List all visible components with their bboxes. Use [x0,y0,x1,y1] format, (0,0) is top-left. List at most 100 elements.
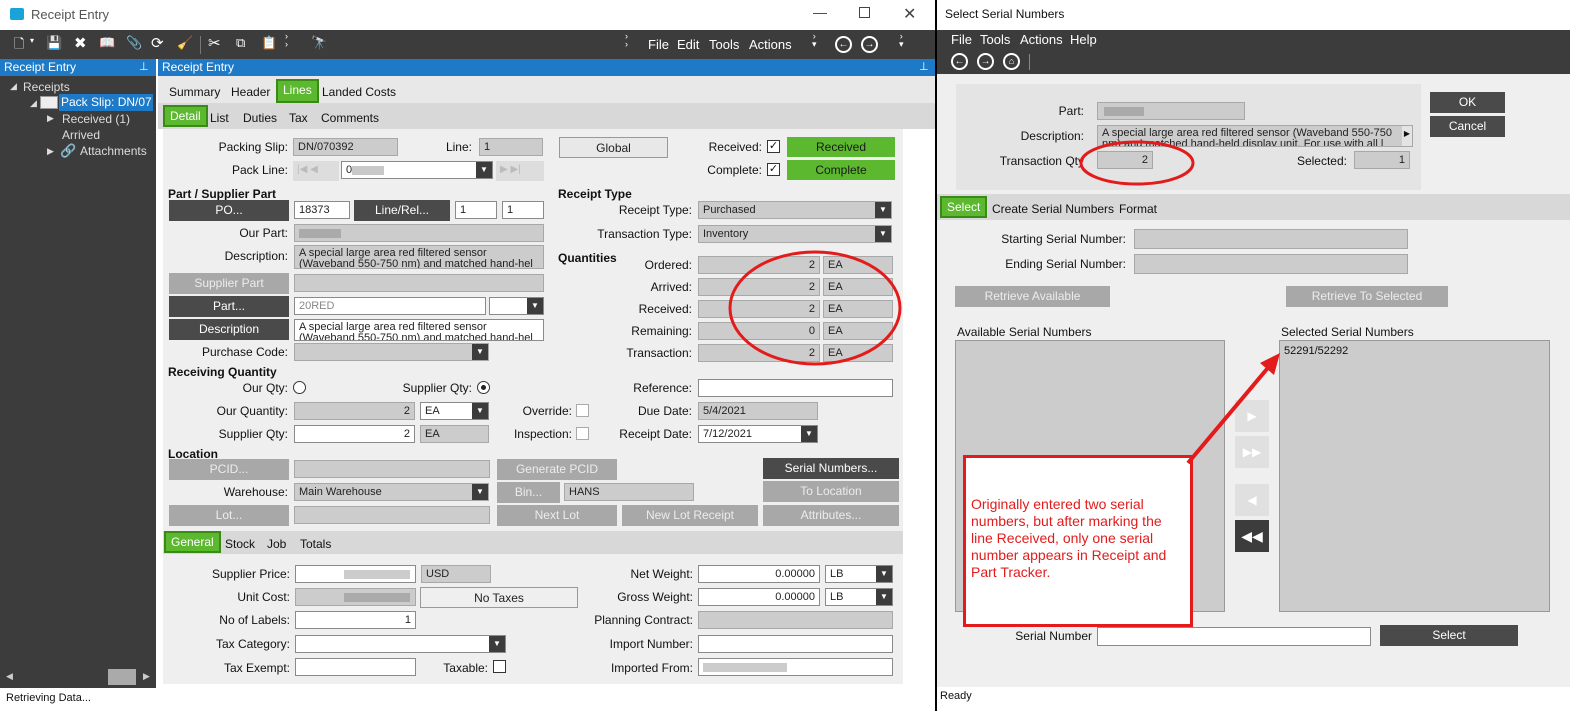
scroll-right-icon[interactable]: ▶ [1402,126,1412,146]
tab-create-serial-numbers[interactable]: Create Serial Numbers [987,198,1119,220]
expand-icon[interactable]: ▶ [47,146,54,157]
po-rel-field[interactable]: 1 [502,201,544,219]
forward-icon[interactable]: → [861,36,878,53]
tax-exempt-field[interactable] [295,658,416,676]
description2-field[interactable]: A special large area red filtered sensor… [294,319,544,341]
attributes-button[interactable]: Attributes... [763,505,899,526]
reference-field[interactable] [698,379,893,397]
menu-file[interactable]: File [951,32,972,47]
received-button[interactable]: Received [787,137,895,157]
collapse-icon[interactable]: ◢ [30,98,37,109]
pack-line-nav-next[interactable]: ▶ ▶| [496,161,544,181]
ok-button[interactable]: OK [1430,92,1505,113]
retrieve-available-button[interactable]: Retrieve Available [955,286,1110,307]
tab-totals[interactable]: Totals [295,533,336,555]
serial-numbers-button[interactable]: Serial Numbers... [763,458,899,479]
move-all-left-button[interactable]: ◀◀ [1235,520,1269,552]
chevron-down-icon[interactable]: ▼ [472,484,488,500]
supplier-part-button[interactable]: Supplier Part [169,273,289,294]
supplier-qty-field[interactable]: 2 [294,425,415,443]
part-button[interactable]: Part... [169,296,289,317]
menu-help[interactable]: Help [1070,32,1097,47]
copy-icon[interactable]: ⧉ [236,35,245,51]
tree-item-arrived[interactable]: Arrived [62,128,100,142]
serial-number-field[interactable] [1097,627,1371,646]
description-field[interactable]: A special large area red filtered sensor… [294,245,544,269]
currency-field[interactable]: USD [421,565,491,583]
menu-edit[interactable]: Edit [677,37,699,52]
chevron-down-icon[interactable]: ▼ [876,589,892,605]
supplier-price-field[interactable] [295,565,416,583]
inspection-checkbox[interactable] [576,427,589,440]
description-button[interactable]: Description [169,319,289,340]
tab-select[interactable]: Select [940,196,988,218]
planning-contract-field[interactable] [698,611,893,629]
net-weight-uom-dropdown[interactable]: LB ▼ [825,565,893,583]
warehouse-dropdown[interactable]: Main Warehouse ▼ [294,483,489,501]
no-of-labels-field[interactable]: 1 [295,611,416,629]
chevron-down-icon[interactable]: ▼ [527,298,543,314]
tab-duties[interactable]: Duties [238,107,282,129]
part-field[interactable]: 20RED [294,297,486,315]
move-left-button[interactable]: ◀ [1235,484,1269,516]
tab-format[interactable]: Format [1114,198,1162,220]
chevron-down-icon[interactable]: ▼ [875,226,891,242]
home-icon[interactable]: ⌂ [1003,53,1020,70]
chevron-down-icon[interactable]: ▼ [489,636,505,652]
chevron-down-icon[interactable]: ▼ [875,202,891,218]
purchase-code-dropdown[interactable]: ▼ [294,343,489,361]
transaction-type-dropdown[interactable]: Inventory ▼ [698,225,892,243]
our-part-field[interactable] [294,224,544,242]
tab-stock[interactable]: Stock [220,533,260,555]
line-field[interactable]: 1 [479,138,543,156]
book-icon[interactable]: 📖 [99,35,115,51]
back-icon[interactable]: ← [835,36,852,53]
back-icon[interactable]: ← [951,53,968,70]
tab-detail[interactable]: Detail [163,105,208,127]
minimize-icon[interactable]: — [813,4,827,20]
cut-icon[interactable]: ✂ [208,34,221,52]
tree-item-pack-slip[interactable]: Pack Slip: DN/07 [59,94,153,111]
receipt-date-field[interactable]: 7/12/2021 ▼ [698,425,818,443]
menu-tools[interactable]: Tools [980,32,1010,47]
unit-cost-field[interactable] [295,588,416,606]
pcid-field[interactable] [294,460,490,478]
gross-weight-uom-dropdown[interactable]: LB ▼ [825,588,893,606]
po-button[interactable]: PO... [169,200,289,221]
pack-line-field[interactable]: 0 ▼ [341,161,493,179]
bin-field[interactable]: HANS [564,483,694,501]
scroll-left-icon[interactable]: ◀ [6,671,13,682]
tab-job[interactable]: Job [262,533,291,555]
delete-icon[interactable]: ✖ [74,34,87,52]
ending-serial-field[interactable] [1134,254,1408,274]
menu-tools[interactable]: Tools [709,37,739,52]
chevron-down-icon[interactable]: ▼ [472,344,488,360]
line-rel-button[interactable]: Line/Rel... [354,200,450,221]
tab-landed-costs[interactable]: Landed Costs [317,81,401,103]
select-button[interactable]: Select [1380,625,1518,646]
chevron-down-icon[interactable]: ▼ [476,162,492,178]
to-location-button[interactable]: To Location [763,481,899,502]
complete-checkbox[interactable]: ✓ [767,163,780,176]
import-number-field[interactable] [698,635,893,653]
gross-weight-field[interactable]: 0.00000 [698,588,820,606]
scroll-right-icon[interactable]: ▶ [143,671,150,682]
list-item[interactable]: 52291/52292 [1284,345,1348,357]
lot-button[interactable]: Lot... [169,505,289,526]
overflow-icon[interactable]: › › [625,32,628,49]
tab-tax[interactable]: Tax [284,107,313,129]
overflow-icon[interactable]: › ▾ [812,32,817,49]
our-quantity-field[interactable]: 2 [294,402,415,420]
generate-pcid-button[interactable]: Generate PCID [497,459,617,480]
net-weight-field[interactable]: 0.00000 [698,565,820,583]
part-field[interactable] [1097,102,1245,120]
calendar-dropdown-icon[interactable]: ▼ [801,426,817,442]
selected-count-field[interactable]: 1 [1354,151,1410,169]
part-rev-dropdown[interactable]: ▼ [489,297,544,315]
overflow-icon[interactable]: › ▾ [899,32,904,49]
supplier-part-field[interactable] [294,274,544,292]
supplier-qty-radio[interactable] [477,381,490,394]
pcid-button[interactable]: PCID... [169,459,289,480]
cancel-button[interactable]: Cancel [1430,116,1505,137]
tab-header[interactable]: Header [226,81,275,103]
